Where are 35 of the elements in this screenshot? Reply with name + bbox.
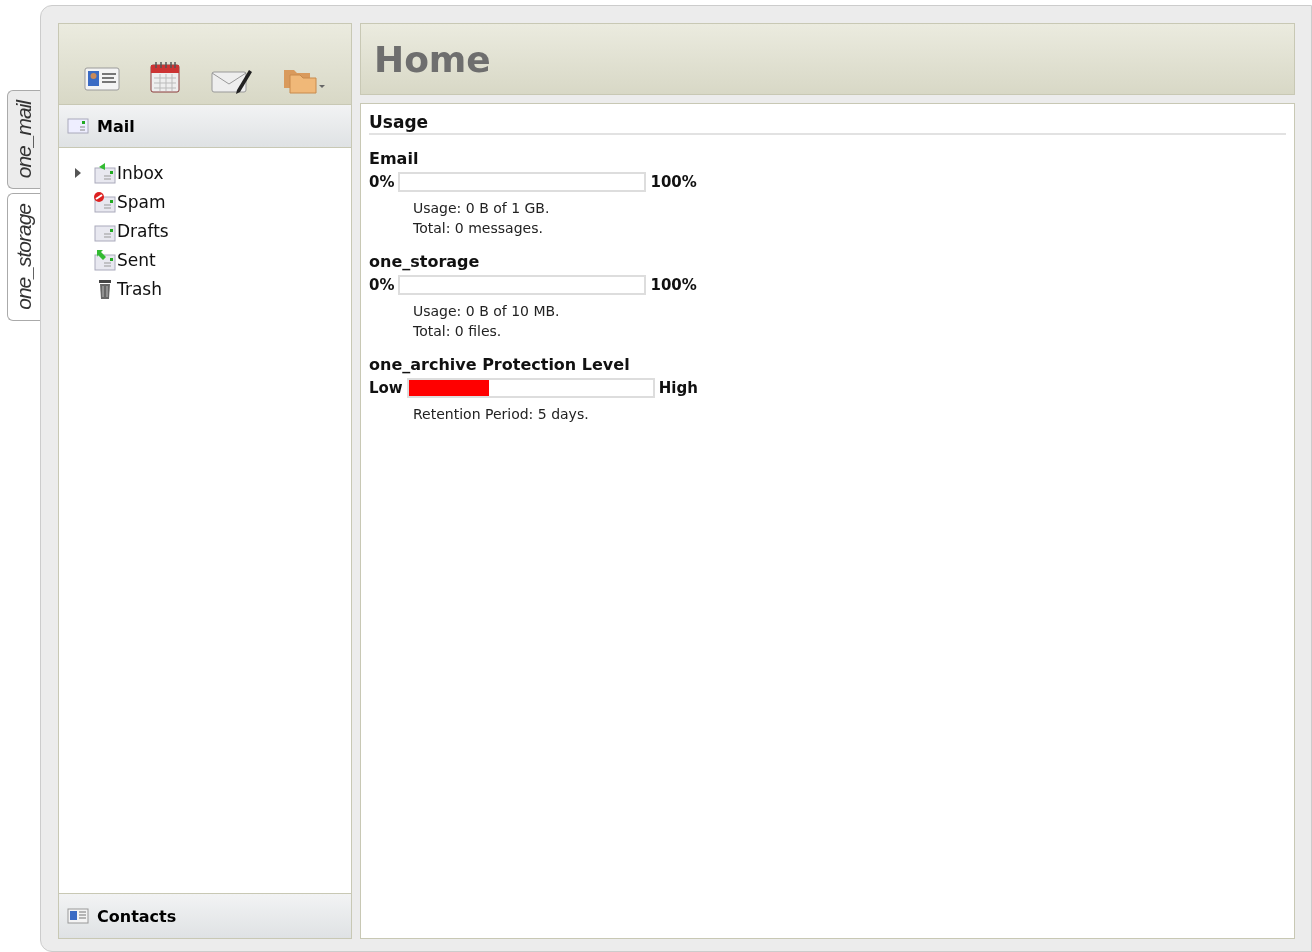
contact-card-button[interactable] [83, 66, 120, 94]
meter-title: Email [369, 149, 420, 168]
meter-min-label: 0% [369, 173, 395, 191]
meter-title: one_archive Protection Level [369, 355, 631, 374]
contact-card-icon [67, 908, 89, 924]
envelope-arrow-icon [93, 161, 117, 184]
meter-min-label: 0% [369, 276, 395, 294]
folder-item[interactable]: Sent [117, 249, 156, 270]
folder-item[interactable]: Inbox [117, 162, 164, 183]
meter-max-label: 100% [650, 276, 697, 294]
folder-item[interactable]: Spam [117, 191, 166, 212]
meter-note: Total: 0 messages. [412, 219, 544, 238]
page-title: Home [374, 38, 491, 80]
meter-min-label: Low [369, 379, 403, 397]
section-title: Usage [369, 112, 1286, 135]
blocked-envelope-icon [93, 190, 117, 213]
folder-item[interactable]: Trash [117, 278, 162, 299]
meter-note: Usage: 0 B of 10 MB. [412, 302, 561, 321]
meter-title: one_storage [369, 252, 481, 271]
meter-max-label: 100% [650, 173, 697, 191]
meter-max-label: High [658, 379, 698, 397]
panel-title: Mail [97, 116, 135, 136]
meter-note: Retention Period: 5 days. [412, 405, 590, 424]
mail-icon [67, 118, 89, 134]
panel-title: Contacts [97, 906, 177, 926]
envelope-arrow-icon [93, 248, 117, 271]
calendar-button[interactable] [149, 60, 182, 94]
panel-header[interactable]: Contacts [59, 893, 351, 938]
side-tab[interactable]: one_mail [7, 90, 40, 190]
folder-item[interactable]: Drafts [117, 220, 169, 241]
panel-header[interactable]: Mail [59, 105, 351, 148]
expand-arrow-icon[interactable] [75, 167, 81, 178]
meter-note: Total: 0 files. [412, 322, 503, 341]
side-tab[interactable]: one_storage [7, 193, 40, 321]
meter-note: Usage: 0 B of 1 GB. [412, 199, 551, 218]
